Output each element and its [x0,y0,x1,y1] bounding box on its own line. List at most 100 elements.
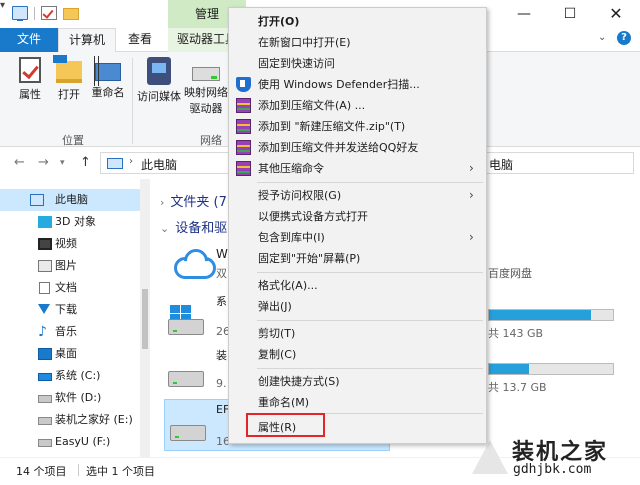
drive-icon [38,439,52,447]
menu-item-portable-device[interactable]: 以便携式设备方式打开 [229,206,486,227]
menu-item-label: 复制(C) [258,348,297,361]
sidebar-item-drive-e[interactable]: 装机之家好 (E:) [0,409,140,431]
menu-item-create-shortcut[interactable]: 创建快捷方式(S) [229,371,486,392]
sidebar-item-label: 图片 [55,259,77,272]
media-icon [147,57,171,85]
drive-icon[interactable] [168,319,204,335]
chevron-right-icon: › [469,230,474,244]
selected-count: 选中 1 个项目 [86,465,155,478]
menu-item-other-compress[interactable]: 其他压缩命令 › [229,158,486,179]
desktop-icon [38,348,52,360]
sidebar-item-downloads[interactable]: 下载 [0,299,140,321]
sidebar-item-documents[interactable]: 文档 [0,277,140,299]
devices-section-header[interactable]: ⌄ 设备和驱 [160,217,227,236]
menu-item-label: 创建快捷方式(S) [258,375,340,388]
open-button[interactable]: 打开 [52,55,86,102]
collapse-ribbon-icon[interactable]: ⌄ [598,32,606,43]
maximize-button[interactable]: ☐ [547,0,593,28]
drive-c-total: 共 143 GB [488,327,544,340]
sidebar-item-this-pc[interactable]: 此电脑 [0,189,140,211]
sidebar-item-videos[interactable]: 视频 [0,233,140,255]
drive-icon[interactable] [168,371,204,387]
rename-button[interactable]: 重命名 [88,56,128,100]
breadcrumb[interactable]: 此电脑 [141,156,177,173]
sidebar-item-label: 系统 (C:) [55,369,101,382]
properties-quick-icon[interactable] [41,6,57,20]
folders-section-header[interactable]: › 文件夹 (7 [160,191,227,210]
sidebar-item-drive-c[interactable]: 系统 (C:) [0,365,140,387]
menu-item-rename[interactable]: 重命名(M) [229,392,486,413]
sidebar-item-label: 视频 [55,237,77,250]
chevron-right-icon: › [469,188,474,202]
forward-arrow-icon[interactable]: → [38,155,49,170]
drive-icon [38,395,52,403]
menu-item-cut[interactable]: 剪切(T) [229,323,486,344]
close-button[interactable]: ✕ [593,0,639,28]
menu-item-grant-access[interactable]: 授予访问权限(G) › [229,185,486,206]
access-media-button[interactable]: 访问媒体 [136,57,182,104]
menu-item-format[interactable]: 格式化(A)... [229,275,486,296]
menu-item-add-to-zip[interactable]: 添加到 "新建压缩文件.zip"(T) [229,116,486,137]
sidebar-item-drive-f[interactable]: EasyU (F:) [0,431,140,453]
sidebar-item-desktop[interactable]: 桌面 [0,343,140,365]
menu-item-label: 在新窗口中打开(E) [258,36,351,49]
group-divider [132,58,133,144]
drive-icon[interactable] [170,425,206,441]
nav-scrollbar-thumb[interactable] [142,289,148,349]
sidebar-item-label: 3D 对象 [55,215,96,228]
drive-c-usage-bar [488,309,614,321]
access-media-label: 访问媒体 [137,90,181,103]
drive-c-label[interactable]: 系 [216,293,227,309]
context-menu: 打开(O) 在新窗口中打开(E) 固定到快速访问 使用 Windows Defe… [228,7,487,444]
menu-item-pin-quick-access[interactable]: 固定到快速访问 [229,53,486,74]
menu-item-add-to-archive[interactable]: 添加到压缩文件(A) ... [229,95,486,116]
cloud-item-label[interactable]: W [216,247,228,261]
sidebar-item-label: EasyU (F:) [55,435,111,448]
drive-d-total: 共 13.7 GB [488,381,547,394]
cloud-icon[interactable] [170,249,216,279]
rename-label: 重命名 [91,86,125,99]
menu-item-copy[interactable]: 复制(C) [229,344,486,365]
section-title: 设备和驱 [175,221,228,236]
menu-item-eject[interactable]: 弹出(J) [229,296,486,317]
tab-view[interactable]: 查看 [120,28,160,52]
menu-item-label: 其他压缩命令 [258,162,324,175]
menu-item-label: 打开(O) [258,15,300,28]
drive-d-label[interactable]: 装 [216,347,227,363]
sidebar-item-drive-d[interactable]: 软件 (D:) [0,387,140,409]
computer-icon[interactable] [12,6,28,21]
sidebar-item-3d-objects[interactable]: 3D 对象 [0,211,140,233]
status-divider [78,464,79,476]
archive-icon [236,140,251,155]
menu-separator [257,320,483,321]
new-folder-quick-icon[interactable] [63,8,79,20]
recent-locations-chevron-icon[interactable]: ▾ [60,158,65,168]
tab-file[interactable]: 文件 [0,28,58,52]
menu-item-include-library[interactable]: 包含到库中(I) › [229,227,486,248]
sidebar-item-label: 音乐 [55,325,77,338]
breadcrumb-chevron-icon[interactable]: › [129,156,133,167]
back-arrow-icon[interactable]: ← [14,155,25,170]
menu-item-archive-send-qq[interactable]: 添加到压缩文件并发送给QQ好友 [229,137,486,158]
address-input[interactable]: › 此电脑 [100,152,230,174]
tab-computer[interactable]: 计算机 [58,28,116,52]
sidebar-item-music[interactable]: ♪ 音乐 [0,321,140,343]
up-arrow-icon[interactable]: ↑ [80,155,91,170]
sidebar-item-pictures[interactable]: 图片 [0,255,140,277]
minimize-button[interactable]: — [501,0,547,28]
drive-icon [38,417,52,425]
quick-access-dropdown-icon[interactable]: ▾ [0,0,12,11]
menu-item-label: 固定到快速访问 [258,57,335,70]
help-icon[interactable]: ? [617,31,631,45]
toolbar-divider [34,7,35,20]
menu-item-defender-scan[interactable]: 使用 Windows Defender扫描... [229,74,486,95]
menu-item-open[interactable]: 打开(O) [229,11,486,32]
drive-c-usage-fill [489,310,591,320]
menu-item-label: 使用 Windows Defender扫描... [258,78,420,91]
properties-button[interactable]: 属性 [12,57,48,102]
search-input[interactable]: 电脑 [486,152,634,174]
menu-item-label: 格式化(A)... [258,279,318,292]
menu-item-pin-start[interactable]: 固定到"开始"屏幕(P) [229,248,486,269]
map-network-drive-button[interactable]: 映射网络 驱动器 [184,57,228,116]
menu-item-open-new-window[interactable]: 在新窗口中打开(E) [229,32,486,53]
